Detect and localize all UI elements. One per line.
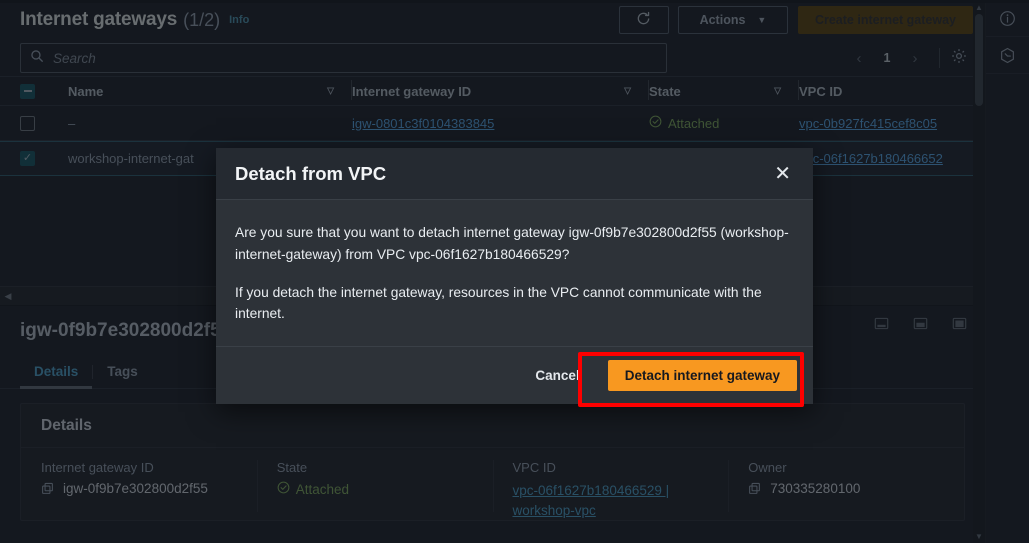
close-icon[interactable]: ✕ (770, 160, 795, 188)
aws-vpc-console-screen: Internet gateways (1/2) Info Actions ▼ (0, 0, 1029, 543)
modal-body: Are you sure that you want to detach int… (216, 200, 813, 346)
cancel-button[interactable]: Cancel (525, 362, 589, 389)
modal-confirmation-text: Are you sure that you want to detach int… (235, 225, 789, 262)
modal-title: Detach from VPC (235, 162, 387, 184)
detach-from-vpc-modal: Detach from VPC ✕ Are you sure that you … (216, 148, 813, 404)
modal-warning-text: If you detach the internet gateway, reso… (235, 284, 762, 322)
modal-footer: Cancel Detach internet gateway (216, 346, 813, 404)
modal-header: Detach from VPC ✕ (216, 148, 813, 200)
detach-internet-gateway-button[interactable]: Detach internet gateway (607, 360, 797, 391)
